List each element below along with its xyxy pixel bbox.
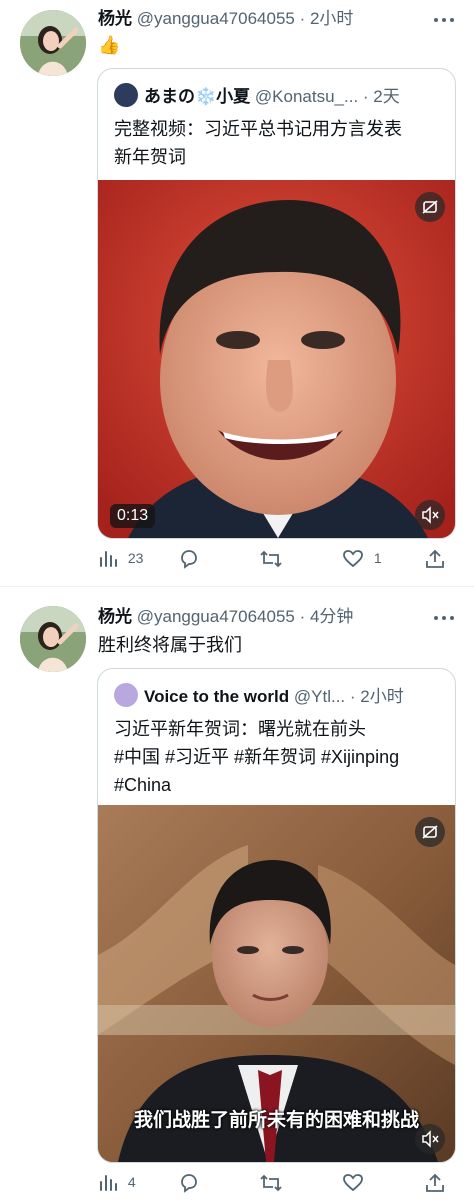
speech-bubble-icon — [181, 550, 197, 570]
avatar[interactable] — [20, 606, 86, 672]
tweet-actions: 23 1 — [98, 544, 454, 572]
quoted-timestamp: · 2天 — [362, 87, 400, 106]
quoted-display-name: あまの❄️小夏 — [144, 87, 251, 106]
quoted-display-name: Voice to the world — [144, 687, 290, 706]
like-button[interactable] — [342, 1168, 364, 1196]
retweet-button[interactable] — [259, 544, 283, 572]
reply-button[interactable] — [178, 544, 200, 572]
like-button[interactable]: 1 — [342, 544, 382, 572]
retweet-icon — [260, 551, 282, 568]
speech-bubble-icon — [181, 1174, 197, 1194]
quoted-text-line: 完整视频：习近平总书记用方言发表 — [114, 119, 402, 139]
tweet-header: 杨光 @yanggua47064055 · 4分钟 — [98, 604, 434, 630]
quoted-tweet-text: 完整视频：习近平总书记用方言发表 新年贺词 — [114, 115, 441, 171]
username[interactable]: @yanggua47064055 — [137, 9, 295, 28]
display-name[interactable]: 杨光 — [98, 607, 132, 626]
video-frame — [98, 180, 455, 538]
tweet-actions: 4 — [98, 1168, 454, 1196]
views-count: 23 — [127, 550, 144, 566]
quoted-tweet[interactable]: あまの❄️小夏 @Konatsu_... · 2天 完整视频：习近平总书记用方言… — [97, 68, 456, 539]
sensitive-media-icon[interactable] — [415, 817, 445, 847]
heart-icon — [343, 1174, 363, 1192]
avatar[interactable] — [20, 10, 86, 76]
quoted-tweet-header: あまの❄️小夏 @Konatsu_... · 2天 — [114, 83, 441, 109]
sensitive-media-icon[interactable] — [415, 192, 445, 222]
retweet-icon — [260, 1175, 282, 1192]
more-dots-icon[interactable] — [432, 606, 456, 630]
quoted-timestamp: · 2小时 — [349, 687, 404, 706]
views-button[interactable]: 4 — [98, 1168, 136, 1196]
quoted-username: @Ytl... — [293, 687, 346, 706]
heart-icon — [343, 550, 363, 568]
speaker-muted-icon[interactable] — [415, 1124, 445, 1154]
video-player[interactable]: 我们战胜了前所未有的困难和挑战 — [98, 805, 455, 1162]
views-count: 4 — [127, 1174, 136, 1190]
share-icon — [426, 550, 444, 569]
video-duration: 0:13 — [110, 504, 156, 528]
quoted-avatar — [114, 683, 138, 707]
quoted-text-line: 新年贺词 — [114, 147, 186, 167]
video-subtitle: 我们战胜了前所未有的困难和挑战 — [133, 1110, 419, 1131]
timestamp[interactable]: · 4分钟 — [300, 607, 354, 626]
bar-chart-icon — [100, 1175, 117, 1192]
quoted-tweet-header: Voice to the world @Ytl... · 2小时 — [114, 683, 441, 709]
quoted-tweet-text: 习近平新年贺词：曙光就在前头 #中国 #习近平 #新年贺词 #Xijinping… — [114, 715, 441, 799]
quoted-text-line: #中国 #习近平 #新年贺词 #Xijinping — [114, 747, 400, 767]
timestamp[interactable]: · 2小时 — [300, 9, 354, 28]
quoted-text-line: 习近平新年贺词：曙光就在前头 — [114, 719, 366, 739]
tweet-1[interactable]: 杨光 @yanggua47064055 · 2小时 👍 あまの❄️小夏 @Kon… — [0, 0, 474, 584]
share-icon — [426, 1174, 444, 1193]
video-player[interactable]: 0:13 — [98, 180, 455, 538]
tweet-text: 胜利终将属于我们 — [98, 635, 242, 655]
retweet-button[interactable] — [259, 1168, 283, 1196]
tweet-header: 杨光 @yanggua47064055 · 2小时 — [98, 6, 434, 32]
speaker-muted-icon[interactable] — [415, 500, 445, 530]
tweet-divider — [0, 586, 474, 587]
share-button[interactable] — [424, 1168, 446, 1196]
display-name[interactable]: 杨光 — [98, 9, 132, 28]
likes-count: 1 — [373, 550, 382, 566]
quoted-avatar — [114, 83, 138, 107]
reply-button[interactable] — [178, 1168, 200, 1196]
more-dots-icon[interactable] — [432, 8, 456, 32]
bar-chart-icon — [100, 551, 117, 568]
views-button[interactable]: 23 — [98, 544, 143, 572]
quoted-tweet[interactable]: Voice to the world @Ytl... · 2小时 习近平新年贺词… — [97, 668, 456, 1163]
quoted-username: @Konatsu_... — [254, 87, 359, 106]
tweet-text: 👍 — [98, 35, 121, 55]
username[interactable]: @yanggua47064055 — [137, 607, 295, 626]
tweet-2[interactable]: 杨光 @yanggua47064055 · 4分钟 胜利终将属于我们 Voice… — [0, 596, 474, 1200]
share-button[interactable] — [424, 544, 446, 572]
quoted-text-line: #China — [114, 775, 172, 795]
